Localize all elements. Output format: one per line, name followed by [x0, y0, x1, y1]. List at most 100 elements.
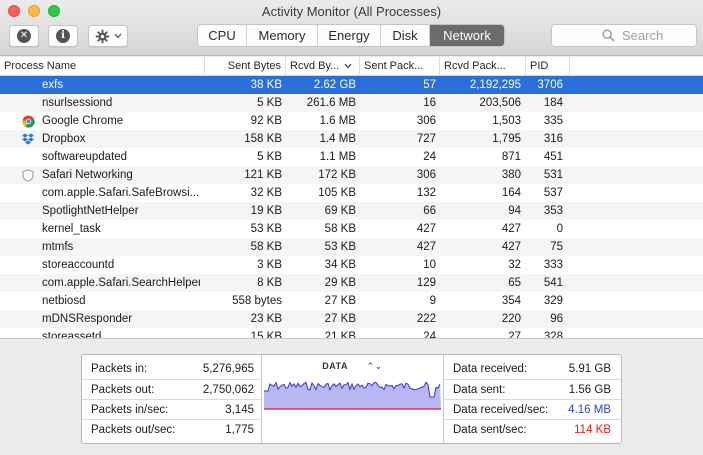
- info-circle-icon: i: [56, 29, 70, 43]
- table-row[interactable]: storeaccountd 3 KB 34 KB 10 32 333: [0, 256, 703, 274]
- tab-energy[interactable]: Energy: [318, 25, 381, 46]
- process-name-cell: com.apple.Safari.SafeBrowsi...: [42, 187, 200, 199]
- sent-packets-cell: 222: [416, 313, 436, 325]
- column-header-sent-packets[interactable]: Sent Pack...: [360, 57, 440, 76]
- sent-bytes-cell: 15 KB: [250, 331, 282, 338]
- process-name-cell: mDNSResponder: [42, 313, 133, 325]
- tab-cpu[interactable]: CPU: [198, 25, 247, 46]
- rcvd-bytes-cell: 34 KB: [324, 259, 356, 271]
- tab-network[interactable]: Network: [430, 25, 504, 46]
- table-row[interactable]: exfs 38 KB 2.62 GB 57 2,192,295 3706: [0, 76, 703, 94]
- rcvd-bytes-cell: 69 KB: [324, 205, 356, 217]
- search-input[interactable]: Search: [551, 24, 697, 47]
- stat-value: 4.16 MB: [568, 404, 611, 416]
- rcvd-packets-cell: 65: [508, 277, 521, 289]
- rcvd-packets-cell: 220: [501, 313, 521, 325]
- action-menu-button[interactable]: [88, 25, 128, 47]
- stat-label: Packets in/sec:: [91, 404, 169, 416]
- sent-packets-cell: 129: [416, 277, 436, 289]
- stat-label: Packets in:: [91, 363, 148, 375]
- process-name-cell: Safari Networking: [42, 169, 133, 181]
- sent-bytes-cell: 23 KB: [250, 313, 282, 325]
- stat-label: Data received/sec:: [453, 404, 549, 416]
- chevron-down-icon: [114, 33, 121, 39]
- stat-value: 114 KB: [574, 424, 611, 436]
- sent-packets-cell: 427: [416, 223, 436, 235]
- rcvd-bytes-cell: 29 KB: [324, 277, 356, 289]
- process-name-cell: nsurlsessiond: [42, 97, 113, 109]
- table-row[interactable]: com.apple.Safari.SearchHelper 8 KB 29 KB 12…: [0, 274, 703, 292]
- pid-cell: 451: [543, 151, 563, 163]
- sort-descending-icon: [344, 63, 352, 69]
- stat-packets-out-per-sec: Packets out/sec: 1,775: [82, 419, 261, 439]
- network-summary-panel: Packets in: 5,276,965 Packets out: 2,750…: [81, 354, 622, 444]
- activity-monitor-window: Activity Monitor (All Processes) ✕ i CPU…: [0, 0, 703, 455]
- rcvd-bytes-cell: 27 KB: [324, 295, 356, 307]
- rcvd-packets-cell: 27: [508, 331, 521, 338]
- column-header-rcvd-packets[interactable]: Rcvd Pack...: [440, 57, 526, 76]
- table-row[interactable]: kernel_task 53 KB 58 KB 427 427 0: [0, 220, 703, 238]
- tab-disk[interactable]: Disk: [381, 25, 430, 46]
- category-tabs: CPU Memory Energy Disk Network: [197, 24, 505, 47]
- column-header-process-name[interactable]: Process Name: [0, 57, 205, 76]
- stat-value: 5.91 GB: [568, 363, 611, 375]
- column-header-pid[interactable]: PID: [526, 57, 570, 76]
- stat-label: Packets out:: [91, 384, 155, 396]
- pid-cell: 541: [543, 277, 563, 289]
- process-table: Process Name Sent Bytes Rcvd By... Sent …: [0, 57, 703, 338]
- process-name-cell: softwareupdated: [42, 151, 128, 163]
- pid-cell: 328: [543, 331, 563, 338]
- inspect-process-button[interactable]: i: [48, 25, 78, 47]
- stat-value: 3,145: [225, 404, 254, 416]
- stat-data-sent-per-sec: Data sent/sec: 114 KB: [444, 419, 621, 439]
- table-row[interactable]: netbiosd 558 bytes 27 KB 9 354 329: [0, 292, 703, 310]
- column-header-rcvd-bytes-label: Rcvd By...: [290, 60, 340, 72]
- stat-value: 5,276,965: [202, 363, 254, 375]
- column-header-rcvd-bytes[interactable]: Rcvd By...: [286, 57, 360, 76]
- sent-packets-cell: 132: [416, 187, 436, 199]
- stop-process-button[interactable]: ✕: [9, 25, 39, 47]
- stat-packets-in-per-sec: Packets in/sec: 3,145: [82, 399, 261, 419]
- table-row[interactable]: Dropbox 158 KB 1.4 MB 727 1,795 316: [0, 130, 703, 148]
- stat-data-received-per-sec: Data received/sec: 4.16 MB: [444, 399, 621, 419]
- sent-bytes-cell: 5 KB: [257, 151, 282, 163]
- pid-cell: 3706: [537, 79, 563, 91]
- rcvd-bytes-cell: 1.6 MB: [319, 115, 356, 127]
- stat-data-sent: Data sent: 1.56 GB: [444, 379, 621, 399]
- rcvd-packets-cell: 32: [508, 259, 521, 271]
- rcvd-packets-cell: 427: [501, 241, 521, 253]
- sent-bytes-cell: 558 bytes: [232, 295, 282, 307]
- table-row[interactable]: Safari Networking 121 KB 172 KB 306 380 531: [0, 166, 703, 184]
- table-row[interactable]: mDNSResponder 23 KB 27 KB 222 220 96: [0, 310, 703, 328]
- search-placeholder: Search: [622, 28, 664, 43]
- table-row[interactable]: SpotlightNetHelper 19 KB 69 KB 66 94 353: [0, 202, 703, 220]
- table-row[interactable]: storeassetd 15 KB 21 KB 24 27 328: [0, 328, 703, 338]
- table-row[interactable]: nsurlsessiond 5 KB 261.6 MB 16 203,506 184: [0, 94, 703, 112]
- process-name-cell: mtmfs: [42, 241, 74, 253]
- table-row[interactable]: softwareupdated 5 KB 1.1 MB 24 871 451: [0, 148, 703, 166]
- sent-packets-cell: 24: [423, 151, 436, 163]
- stat-data-received: Data received: 5.91 GB: [444, 359, 621, 379]
- table-row[interactable]: mtmfs 58 KB 53 KB 427 427 75: [0, 238, 703, 256]
- stat-label: Data received:: [453, 363, 528, 375]
- pid-cell: 531: [543, 169, 563, 181]
- rcvd-bytes-cell: 27 KB: [324, 313, 356, 325]
- process-name-cell: SpotlightNetHelper: [42, 205, 139, 217]
- process-name-cell: Dropbox: [42, 133, 86, 145]
- sent-packets-cell: 306: [416, 169, 436, 181]
- toolbar: Activity Monitor (All Processes) ✕ i CPU…: [0, 0, 703, 56]
- table-row[interactable]: Google Chrome 92 KB 1.6 MB 306 1,503 335: [0, 112, 703, 130]
- stat-label: Packets out/sec:: [91, 424, 176, 436]
- pid-cell: 333: [543, 259, 563, 271]
- sent-bytes-cell: 92 KB: [250, 115, 282, 127]
- data-stats: Data received: 5.91 GB Data sent: 1.56 G…: [443, 355, 621, 443]
- stat-packets-out: Packets out: 2,750,062: [82, 379, 261, 399]
- sent-packets-cell: 66: [423, 205, 436, 217]
- pid-cell: 537: [543, 187, 563, 199]
- tab-memory[interactable]: Memory: [247, 25, 318, 46]
- chrome-icon: [19, 112, 37, 130]
- column-header-sent-bytes[interactable]: Sent Bytes: [205, 57, 286, 76]
- sent-bytes-cell: 53 KB: [250, 223, 282, 235]
- rcvd-bytes-cell: 53 KB: [324, 241, 356, 253]
- table-row[interactable]: com.apple.Safari.SafeBrowsi... 32 KB 105 K…: [0, 184, 703, 202]
